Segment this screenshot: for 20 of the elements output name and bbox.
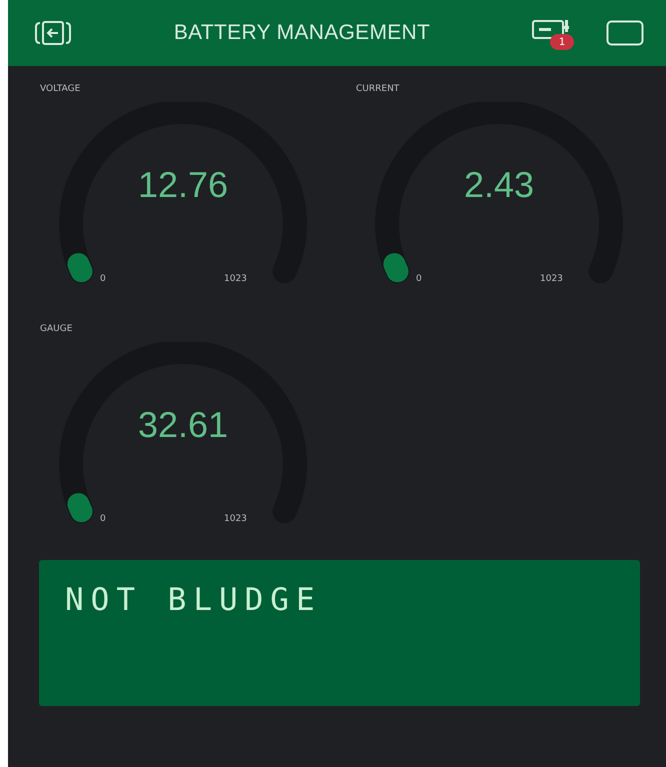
notification-badge: 1: [550, 34, 574, 50]
square-icon[interactable]: [606, 20, 644, 46]
gauge-fill: [67, 253, 92, 282]
lcd-text: NOT BLUDGE: [65, 582, 322, 618]
gauge-min: 0: [416, 274, 422, 284]
gauge-value: 12.76: [138, 164, 228, 206]
gauge-fill: [383, 253, 408, 282]
gauge-fill: [67, 493, 92, 522]
exit-icon[interactable]: [34, 19, 72, 47]
gauge-min: 0: [100, 514, 106, 524]
gauge-min: 0: [100, 274, 106, 284]
gauge-label: CURRENT: [356, 84, 400, 94]
gauge-max: 1023: [224, 274, 247, 284]
app-title: BATTERY MANAGEMENT: [172, 21, 432, 45]
gauge-max: 1023: [540, 274, 563, 284]
gauge-label: GAUGE: [40, 324, 72, 334]
gauge-label: VOLTAGE: [40, 84, 80, 94]
gauge-max: 1023: [224, 514, 247, 524]
gauge-value: 2.43: [464, 164, 534, 206]
gauge-value: 32.61: [138, 404, 228, 446]
